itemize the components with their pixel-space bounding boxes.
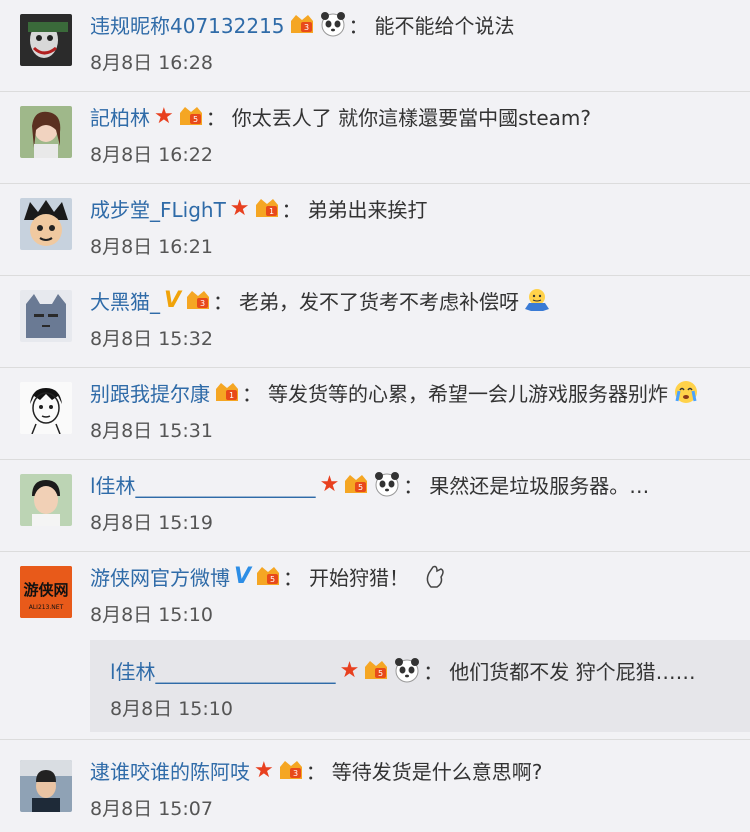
verified-v-icon: V [234, 563, 252, 589]
avatar[interactable]: 游侠网 ALI213.NET [20, 566, 72, 618]
level-badge-icon: 3 [289, 13, 315, 35]
comment-item: l佳林__________________ ★ 5 ： 果然还是垃圾服务器。… … [0, 460, 750, 552]
svg-text:5: 5 [378, 669, 383, 678]
colon: ： [348, 13, 369, 38]
commenter-name[interactable]: 游侠网官方微博 [90, 562, 230, 591]
level-badge-icon: 1 [254, 197, 280, 219]
panda-icon [393, 657, 421, 683]
comment-time: 8月8日 15:19 [90, 512, 213, 534]
reply-text: 他们货都不发 狩个屁猎…… [449, 659, 696, 684]
verified-v-icon: V [164, 287, 182, 313]
svg-text:3: 3 [303, 23, 308, 32]
avatar[interactable] [20, 290, 72, 342]
comment-text: 你太丟人了 就你這樣還要當中國steam? [231, 105, 592, 130]
comment-time: 8月8日 16:22 [90, 144, 213, 166]
avatar[interactable] [20, 14, 72, 66]
level-badge-icon: 5 [363, 659, 389, 681]
colon: ： [283, 565, 304, 590]
commenter-name[interactable]: 成步堂_FLighT [90, 194, 226, 223]
comment-item: 逮谁咬谁的陈阿吱 ★ 3 ： 等待发货是什么意思啊? 8月8日 15:07 [0, 740, 750, 832]
star-icon: ★ [254, 757, 274, 783]
commenter-name[interactable]: 大黑猫_ [90, 286, 160, 315]
svg-text:5: 5 [193, 115, 198, 124]
svg-text:1: 1 [268, 207, 273, 216]
commenter-name[interactable]: l佳林__________________ [90, 470, 316, 499]
panda-icon [373, 471, 401, 497]
svg-text:ALI213.NET: ALI213.NET [29, 604, 64, 611]
svg-text:3: 3 [200, 299, 205, 308]
comment-time: 8月8日 15:31 [90, 420, 213, 442]
level-badge-icon: 1 [214, 381, 240, 403]
crying-emoji-icon [672, 379, 700, 405]
star-icon: ★ [319, 471, 340, 497]
comment-time: 8月8日 15:07 [90, 798, 213, 820]
star-icon: ★ [339, 657, 360, 683]
level-badge-icon: 3 [278, 759, 304, 781]
comment-time: 8月8日 15:10 [90, 604, 213, 626]
commenter-name[interactable]: 記柏林 [90, 102, 150, 131]
level-badge-icon: 3 [185, 289, 211, 311]
colon: ： [213, 289, 234, 314]
colon: ： [205, 105, 226, 130]
avatar[interactable] [20, 106, 72, 158]
avatar[interactable] [20, 198, 72, 250]
reply-time: 8月8日 15:10 [110, 698, 233, 720]
commenter-name[interactable]: 别跟我提尔康 [90, 378, 210, 407]
comment-time: 8月8日 16:21 [90, 236, 213, 258]
comment-item: 违规昵称407132215 3 ： 能不能给个说法 8月8日 16:28 [0, 0, 750, 92]
colon: ： [242, 381, 262, 406]
svg-text:5: 5 [270, 575, 275, 584]
comment-text: 果然还是垃圾服务器。… [429, 473, 650, 498]
gesture-emoji-icon [421, 563, 449, 589]
level-badge-icon: 5 [343, 473, 369, 495]
avatar[interactable] [20, 760, 72, 812]
star-icon: ★ [229, 195, 250, 221]
colon: ： [305, 759, 326, 784]
svg-text:5: 5 [358, 483, 363, 492]
colon: ： [281, 197, 302, 222]
avatar[interactable] [20, 382, 72, 434]
panda-icon [319, 11, 347, 37]
comment-text: 开始狩猎！ [309, 565, 410, 590]
comment-time: 8月8日 15:32 [90, 328, 213, 350]
reply-box: l佳林__________________ ★ 5 ： 他们货都不发 狩个屁猎…… [90, 640, 750, 732]
reply-name[interactable]: l佳林__________________ [110, 656, 336, 685]
colon: ： [403, 473, 424, 498]
comment-item: 别跟我提尔康 1 ： 等发货等的心累，希望一会儿游戏服务器别炸 8月8日 15:… [0, 368, 750, 460]
comment-text: 弟弟出来挨打 [307, 197, 428, 222]
comment-item: 成步堂_FLighT ★ 1 ： 弟弟出来挨打 8月8日 16:21 [0, 184, 750, 276]
svg-text:3: 3 [293, 769, 298, 778]
commenter-name[interactable]: 逮谁咬谁的陈阿吱 [90, 756, 250, 785]
comment-text: 等待发货是什么意思啊? [331, 759, 543, 784]
star-icon: ★ [154, 103, 174, 129]
level-badge-icon: 5 [178, 105, 204, 127]
comment-item: 大黑猫_ V 3 ： 老弟，发不了货考不考虑补偿呀 8月8日 15:32 [0, 276, 750, 368]
comment-text: 等发货等的心累，希望一会儿游戏服务器别炸 [268, 381, 668, 406]
avatar[interactable] [20, 474, 72, 526]
level-badge-icon: 5 [255, 565, 281, 587]
colon: ： [423, 659, 444, 684]
comment-time: 8月8日 16:28 [90, 52, 213, 74]
shrug-emoji-icon [523, 287, 551, 313]
comment-text: 老弟，发不了货考不考虑补偿呀 [239, 289, 520, 314]
comment-text: 能不能给个说法 [374, 13, 515, 38]
svg-text:1: 1 [229, 391, 234, 400]
svg-text:游侠网: 游侠网 [23, 581, 68, 599]
comment-item: 記柏林 ★ 5 ： 你太丟人了 就你這樣還要當中國steam? 8月8日 16:… [0, 92, 750, 184]
commenter-name[interactable]: 违规昵称407132215 [90, 10, 285, 39]
